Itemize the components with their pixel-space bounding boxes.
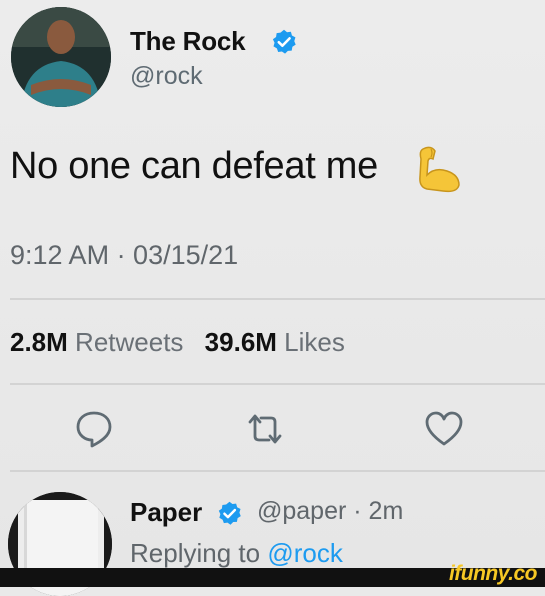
retweet-icon[interactable] <box>244 408 286 450</box>
retweets-label[interactable]: Retweets <box>75 327 183 357</box>
likes-label[interactable]: Likes <box>284 327 345 357</box>
ifunny-watermark: ifunny.co <box>448 562 538 585</box>
reply-icon[interactable] <box>73 408 115 450</box>
divider <box>10 383 545 385</box>
tweet-screenshot: The Rock @rock No one can defeat me 9:12… <box>0 0 545 596</box>
author-avatar[interactable] <box>11 7 111 107</box>
tweet-text: No one can defeat me <box>10 145 378 187</box>
watermark-bar: ifunny.co <box>0 562 545 587</box>
verified-badge-icon <box>218 501 241 525</box>
flexed-biceps-icon <box>419 146 460 193</box>
divider <box>10 298 545 300</box>
replying-to: Replying to @rock <box>130 538 343 569</box>
retweets-count[interactable]: 2.8M <box>10 327 68 357</box>
replying-mention-link[interactable]: @rock <box>267 538 343 568</box>
engagement-stats: 2.8M Retweets 39.6M Likes <box>10 327 359 358</box>
like-icon[interactable] <box>423 408 465 450</box>
likes-count[interactable]: 39.6M <box>205 327 277 357</box>
replying-prefix: Replying to <box>130 538 261 568</box>
tweet-timestamp[interactable]: 9:12 AM · 03/15/21 <box>10 240 238 271</box>
author-handle[interactable]: @rock <box>130 62 203 91</box>
divider <box>10 470 545 472</box>
author-name[interactable]: The Rock <box>130 26 246 57</box>
verified-badge-icon <box>272 29 296 54</box>
reply-handle-time[interactable]: @paper · 2m <box>257 497 403 526</box>
reply-author-name[interactable]: Paper <box>130 497 202 528</box>
